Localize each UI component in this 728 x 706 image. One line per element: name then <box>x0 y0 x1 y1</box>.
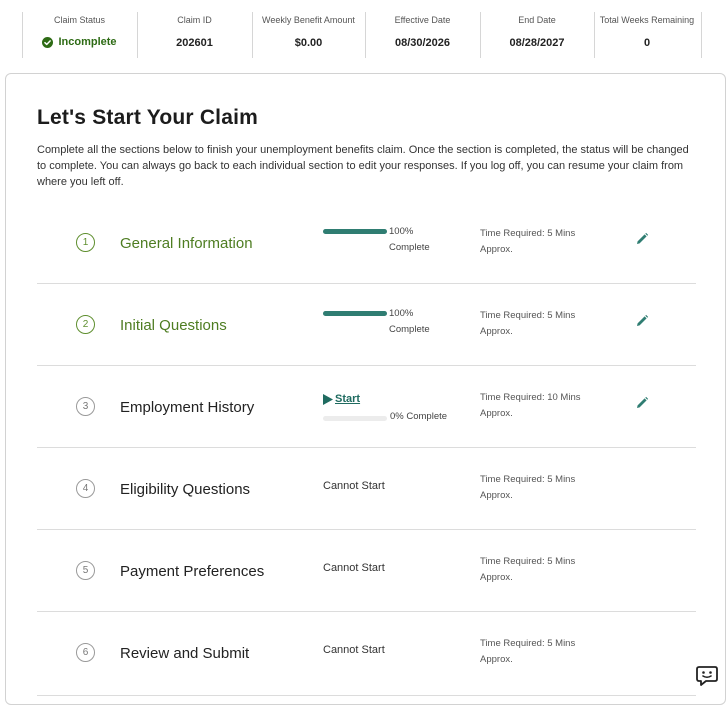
summary-weekly-benefit: Weekly Benefit Amount $0.00 <box>252 10 365 58</box>
time-required: Time Required: 5 Mins Approx. <box>480 556 576 583</box>
chat-assistant-icon[interactable] <box>695 664 719 688</box>
start-section-link[interactable]: Start <box>323 393 360 405</box>
section-progress: 100% Complete <box>323 308 483 348</box>
section-progress: 100% Complete <box>323 226 483 266</box>
weeks-remaining-value: 0 <box>643 37 651 49</box>
progress-status: Complete <box>389 324 430 335</box>
section-list: 1 General Information 100% Complete Time… <box>37 202 696 696</box>
section-name: Payment Preferences <box>120 563 265 580</box>
section-name: General Information <box>120 235 253 252</box>
progress-bar <box>323 311 387 316</box>
time-required: Time Required: 5 Mins Approx. <box>480 474 576 501</box>
summary-effective-date: Effective Date 08/30/2026 <box>365 10 480 58</box>
page-title: Let's Start Your Claim <box>37 106 259 129</box>
edit-section-button[interactable] <box>635 232 649 246</box>
start-label: Start <box>335 393 361 405</box>
time-required: Time Required: 5 Mins Approx. <box>480 310 576 337</box>
section-number: 5 <box>76 561 95 580</box>
progress-status: 0% Complete <box>390 411 448 422</box>
section-row-employment-history: 3 Employment History Start 0% Complete T… <box>37 366 696 448</box>
claim-status-label: Claim Status <box>53 15 106 25</box>
end-date-value: 08/28/2027 <box>509 37 565 49</box>
section-name: Review and Submit <box>120 645 250 662</box>
section-number: 6 <box>76 643 95 662</box>
progress-bar <box>323 229 387 234</box>
intro-text: Complete all the sections below to finis… <box>37 144 689 188</box>
check-circle-icon <box>42 36 54 48</box>
section-status: Cannot Start <box>323 644 385 656</box>
section-number: 3 <box>76 397 95 416</box>
summary-claim-status: Claim Status Incomplete <box>22 10 137 58</box>
section-row-payment-preferences: 5 Payment Preferences Cannot Start Time … <box>37 530 696 612</box>
progress-bar-fill <box>323 229 387 234</box>
time-required: Time Required: 5 Mins Approx. <box>480 638 576 665</box>
time-required: Time Required: 5 Mins Approx. <box>480 228 576 255</box>
section-row-review-and-submit: 6 Review and Submit Cannot Start Time Re… <box>37 612 696 696</box>
edit-section-button[interactable] <box>635 314 649 328</box>
claim-status-value: Incomplete <box>42 36 117 48</box>
claim-id-label: Claim ID <box>177 15 212 25</box>
progress-percent: 100% <box>389 308 414 319</box>
progress-bar <box>323 416 387 421</box>
section-row-eligibility-questions: 4 Eligibility Questions Cannot Start Tim… <box>37 448 696 530</box>
progress-bar-fill <box>323 311 387 316</box>
end-date-label: End Date <box>518 15 556 25</box>
weeks-remaining-label: Total Weeks Remaining <box>599 15 695 25</box>
progress-percent: 100% <box>389 226 414 237</box>
section-row-initial-questions: 2 Initial Questions 100% Complete Time R… <box>37 284 696 366</box>
section-status: Cannot Start <box>323 480 385 492</box>
section-name: Initial Questions <box>120 317 227 334</box>
section-number: 2 <box>76 315 95 334</box>
section-row-general-information: 1 General Information 100% Complete Time… <box>37 202 696 284</box>
edit-section-button[interactable] <box>635 396 649 410</box>
effective-date-value: 08/30/2026 <box>394 37 451 49</box>
section-number: 4 <box>76 479 95 498</box>
play-icon <box>323 393 333 405</box>
claim-sections-card: Let's Start Your Claim Complete all the … <box>5 73 726 705</box>
time-required: Time Required: 10 Mins Approx. <box>480 392 581 419</box>
effective-date-label: Effective Date <box>394 15 451 25</box>
summary-weeks-remaining: Total Weeks Remaining 0 <box>594 10 702 58</box>
section-number: 1 <box>76 233 95 252</box>
progress-status: Complete <box>389 242 430 253</box>
section-status: Cannot Start <box>323 562 385 574</box>
weekly-benefit-value: $0.00 <box>294 37 323 49</box>
summary-end-date: End Date 08/28/2027 <box>480 10 594 58</box>
weekly-benefit-label: Weekly Benefit Amount <box>262 15 355 25</box>
summary-claim-id: Claim ID 202601 <box>137 10 252 58</box>
claim-summary-bar: Claim Status Incomplete Claim ID 202601 … <box>22 10 722 58</box>
claim-status-text: Incomplete <box>58 36 117 48</box>
section-name: Eligibility Questions <box>120 481 251 498</box>
section-name: Employment History <box>120 399 255 416</box>
claim-id-value: 202601 <box>176 37 213 49</box>
